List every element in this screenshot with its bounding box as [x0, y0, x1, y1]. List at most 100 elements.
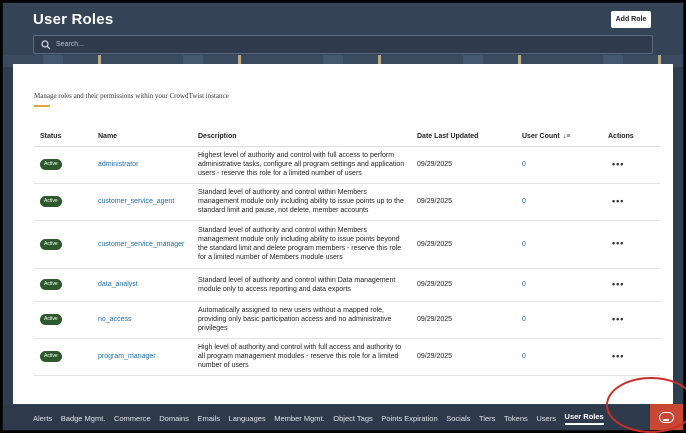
nav-item-tokens[interactable]: Tokens: [504, 414, 528, 423]
table-row: Active customer_service_manager Standard l…: [34, 220, 660, 269]
status-badge: Active: [40, 351, 62, 362]
nav-item-member-mgmt[interactable]: Member Mgmt.: [274, 414, 324, 423]
name-cell: administrator: [94, 146, 194, 184]
table-row: Active data_analyst Standard level of auth…: [34, 268, 660, 302]
role-name-link[interactable]: customer_service_manager: [98, 241, 184, 248]
actions-cell: •••: [604, 183, 660, 221]
app-window: User Roles Add Role Manage roles and the…: [2, 2, 684, 431]
actions-cell: •••: [604, 268, 660, 302]
nav-item-domains[interactable]: Domains: [159, 414, 189, 423]
status-cell: Active: [34, 220, 94, 269]
status-badge: Active: [40, 314, 62, 325]
col-date: Date Last Updated: [413, 128, 518, 147]
table-row: Active program_manager High level of autho…: [34, 338, 660, 376]
search-bar[interactable]: [33, 35, 653, 54]
table-row: Active customer_service_agent Standard lev…: [34, 183, 660, 221]
status-badge: Active: [40, 159, 62, 170]
sort-icon[interactable]: ↓≡: [563, 133, 571, 140]
nav-item-commerce[interactable]: Commerce: [114, 414, 151, 423]
user-count-link[interactable]: 0: [522, 316, 526, 323]
user-count-link[interactable]: 0: [522, 241, 526, 248]
date-cell: 09/29/2025: [413, 220, 518, 269]
bottom-nav: Alerts Badge Mgmt. Commerce Domains Emails La…: [3, 405, 683, 430]
nav-item-object-tags[interactable]: Object Tags: [333, 414, 372, 423]
user-count-link[interactable]: 0: [522, 353, 526, 360]
nav-item-languages[interactable]: Languages: [229, 414, 266, 423]
date-cell: 09/29/2025: [413, 301, 518, 339]
actions-cell: •••: [604, 338, 660, 376]
more-actions-icon[interactable]: •••: [608, 314, 624, 324]
more-actions-icon[interactable]: •••: [608, 196, 624, 206]
page-subtitle: Manage roles and their permissions withi…: [34, 92, 229, 100]
description-cell: Automatically assigned to new users with…: [194, 301, 413, 339]
description-cell: High level of authority and control with…: [194, 338, 413, 376]
date-cell: 09/29/2025: [413, 338, 518, 376]
status-cell: Active: [34, 268, 94, 302]
role-name-link[interactable]: no_access: [98, 316, 131, 323]
status-badge: Active: [40, 196, 62, 207]
more-actions-icon[interactable]: •••: [608, 159, 624, 169]
date-cell: 09/29/2025: [413, 146, 518, 184]
status-badge: Active: [40, 279, 62, 290]
add-role-button[interactable]: Add Role: [611, 11, 651, 28]
user-count-link[interactable]: 0: [522, 281, 526, 288]
description-cell: Standard level of authority and control …: [194, 183, 413, 221]
status-cell: Active: [34, 146, 94, 184]
subtitle-accent: [34, 105, 50, 107]
nav-item-emails[interactable]: Emails: [197, 414, 220, 423]
description-cell: Standard level of authority and control …: [194, 220, 413, 269]
user-count-link[interactable]: 0: [522, 198, 526, 205]
name-cell: data_analyst: [94, 268, 194, 302]
status-cell: Active: [34, 183, 94, 221]
date-cell: 09/29/2025: [413, 183, 518, 221]
col-name: Name: [94, 128, 194, 147]
nav-item-alerts[interactable]: Alerts: [33, 414, 52, 423]
nav-item-user-roles[interactable]: User Roles: [564, 412, 604, 425]
chat-button[interactable]: [650, 404, 683, 430]
actions-cell: •••: [604, 220, 660, 269]
nav-item-users[interactable]: Users: [536, 414, 556, 423]
col-status: Status: [34, 128, 94, 147]
role-name-link[interactable]: data_analyst: [98, 281, 138, 288]
more-actions-icon[interactable]: •••: [608, 279, 624, 289]
table-row: Active administrator Highest level of auth…: [34, 146, 660, 184]
more-actions-icon[interactable]: •••: [608, 351, 624, 361]
chat-icon: [659, 412, 674, 423]
count-cell: 0: [518, 268, 604, 302]
date-cell: 09/29/2025: [413, 268, 518, 302]
description-cell: Standard level of authority and control …: [194, 268, 413, 302]
search-input[interactable]: [56, 38, 636, 51]
col-actions: Actions: [604, 128, 660, 147]
col-user-count[interactable]: User Count ↓≡: [518, 128, 604, 147]
table-header-row: Status Name Description Date Last Update…: [34, 128, 660, 147]
roles-card: Manage roles and their permissions withi…: [13, 64, 673, 404]
status-cell: Active: [34, 338, 94, 376]
name-cell: customer_service_agent: [94, 183, 194, 221]
user-count-link[interactable]: 0: [522, 161, 526, 168]
count-cell: 0: [518, 220, 604, 269]
actions-cell: •••: [604, 146, 660, 184]
status-cell: Active: [34, 301, 94, 339]
actions-cell: •••: [604, 301, 660, 339]
name-cell: customer_service_manager: [94, 220, 194, 269]
nav-item-socials[interactable]: Socials: [446, 414, 470, 423]
table-row: Active no_access Automatically assigned to…: [34, 301, 660, 339]
roles-table: Status Name Description Date Last Update…: [34, 128, 660, 376]
col-user-count-label: User Count: [522, 133, 560, 141]
role-name-link[interactable]: program_manager: [98, 353, 156, 360]
name-cell: no_access: [94, 301, 194, 339]
count-cell: 0: [518, 338, 604, 376]
nav-item-points-expiration[interactable]: Points Expiration: [381, 414, 437, 423]
count-cell: 0: [518, 146, 604, 184]
description-cell: Highest level of authority and control w…: [194, 146, 413, 184]
nav-item-badge-mgmt[interactable]: Badge Mgmt.: [61, 414, 106, 423]
more-actions-icon[interactable]: •••: [608, 238, 624, 248]
role-name-link[interactable]: administrator: [98, 161, 138, 168]
page-header: User Roles Add Role: [3, 3, 683, 67]
nav-item-tiers[interactable]: Tiers: [479, 414, 495, 423]
count-cell: 0: [518, 183, 604, 221]
search-icon: [41, 40, 51, 50]
role-name-link[interactable]: customer_service_agent: [98, 198, 174, 205]
name-cell: program_manager: [94, 338, 194, 376]
status-badge: Active: [40, 238, 62, 250]
